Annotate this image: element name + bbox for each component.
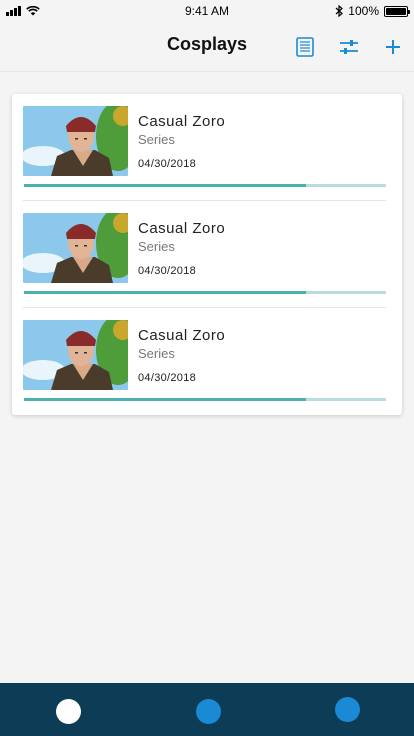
cosplay-date: 04/30/2018 xyxy=(138,265,197,277)
tab-3[interactable] xyxy=(335,697,360,722)
cosplay-list-item[interactable]: Casual Zoro Series 04/30/2018 xyxy=(23,201,386,308)
progress-bar xyxy=(24,398,386,401)
cosplay-list-item[interactable]: Casual Zoro Series 04/30/2018 xyxy=(23,94,386,201)
progress-fill xyxy=(24,291,307,294)
cosplay-type: Series xyxy=(138,346,175,361)
status-right: 100% xyxy=(335,4,410,18)
cosplay-type: Series xyxy=(138,239,175,254)
list-view-button[interactable] xyxy=(292,34,318,60)
nav-header: Cosplays xyxy=(0,24,414,72)
list-icon xyxy=(296,37,314,57)
battery-icon xyxy=(384,5,410,17)
progress-fill xyxy=(24,398,307,401)
cosplay-thumbnail xyxy=(23,320,128,390)
progress-bar xyxy=(24,291,386,294)
add-cosplay-button[interactable] xyxy=(380,34,406,60)
cosplay-list-card: Casual Zoro Series 04/30/2018 Casual Zor… xyxy=(12,94,402,415)
cosplay-name: Casual Zoro xyxy=(138,327,226,344)
cosplay-list-item[interactable]: Casual Zoro Series 04/30/2018 xyxy=(23,308,386,415)
filter-sliders-icon xyxy=(340,40,358,54)
cosplay-date: 04/30/2018 xyxy=(138,158,197,170)
cosplay-type: Series xyxy=(138,132,175,147)
bluetooth-icon xyxy=(335,5,344,17)
plus-icon xyxy=(386,40,400,54)
cosplay-name: Casual Zoro xyxy=(138,220,226,237)
cosplay-date: 04/30/2018 xyxy=(138,372,197,384)
tab-1[interactable] xyxy=(56,699,81,724)
tab-2[interactable] xyxy=(196,699,221,724)
progress-fill xyxy=(24,184,307,187)
cosplay-thumbnail xyxy=(23,106,128,176)
bottom-tab-bar xyxy=(0,683,414,736)
battery-percent: 100% xyxy=(348,4,379,18)
status-bar: 9:41 AM 100% xyxy=(0,0,414,24)
filter-button[interactable] xyxy=(336,34,362,60)
cosplay-thumbnail xyxy=(23,213,128,283)
progress-bar xyxy=(24,184,386,187)
cosplay-name: Casual Zoro xyxy=(138,113,226,130)
